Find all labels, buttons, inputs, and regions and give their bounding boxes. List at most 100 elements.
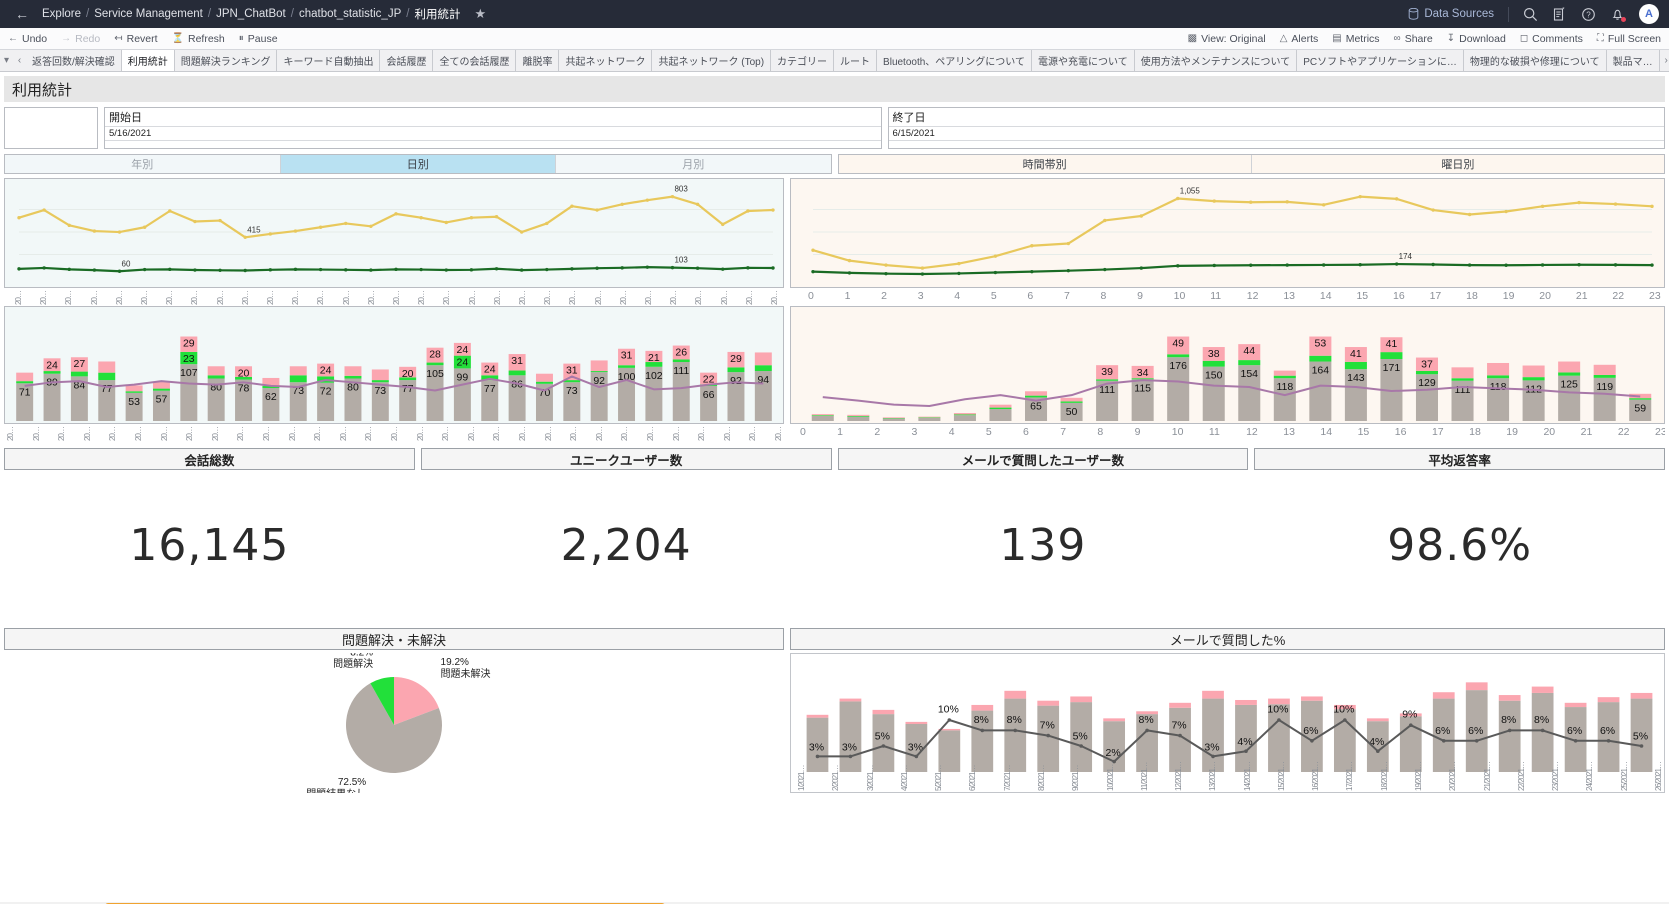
tab-0[interactable]: 返答回数/解決確認 <box>26 50 122 71</box>
kpi-header-total-conversations: 会話総数 <box>4 448 415 470</box>
share-button[interactable]: ∞ Share <box>1394 33 1433 45</box>
axis-tick-label: 8 <box>1097 426 1104 438</box>
end-date-input[interactable]: 6/15/2021 <box>888 127 1664 141</box>
hourly-bar-chart-svg: 65 50 39 111 34 115 49 176 38 150 44 154 118 53 164 41 1… <box>811 336 1652 421</box>
daily-bar-chart[interactable]: 71 24 89 27 84 77 53 57 29 23 107 80 20 78 62 73 24 72 80 7… <box>4 306 784 424</box>
axis-tick-label: 8/2021… <box>1036 765 1046 791</box>
tab-15[interactable]: 物理的な破損や修理について <box>1464 50 1607 71</box>
axis-tick-label: 25/2021… <box>1619 762 1629 791</box>
axis-tick-label: 15/2021… <box>1276 762 1286 791</box>
svg-text:7%: 7% <box>1040 720 1055 732</box>
start-date-slider[interactable] <box>105 141 881 148</box>
period-toggle-left: 年別 日別 月別 <box>4 154 832 174</box>
tab-10[interactable]: ルート <box>834 50 878 71</box>
refresh-button[interactable]: ⏳ Refresh <box>172 33 225 45</box>
tab-12[interactable]: 電源や充電について <box>1032 50 1135 71</box>
svg-text:60: 60 <box>122 259 131 268</box>
pause-button[interactable]: ⏸ Pause <box>239 33 278 45</box>
end-date-slider[interactable] <box>889 141 1665 148</box>
axis-tick-label: 11 <box>1208 426 1220 438</box>
svg-text:65: 65 <box>1030 400 1042 412</box>
tab-7[interactable]: 共起ネットワーク <box>559 50 653 71</box>
download-button[interactable]: ↧ Download <box>1447 33 1506 45</box>
data-sources-button[interactable]: Data Sources <box>1408 8 1494 20</box>
svg-text:37: 37 <box>1421 359 1433 371</box>
breadcrumb-item-explore[interactable]: Explore <box>42 8 81 20</box>
tab-16[interactable]: 製品マ… <box>1607 50 1660 71</box>
axis-tick-label: 10 <box>1173 290 1186 302</box>
period-tab-daily[interactable]: 日別 <box>280 155 556 173</box>
axis-tick-label: 17 <box>1429 290 1442 302</box>
tab-6[interactable]: 離脱率 <box>516 50 560 71</box>
axis-tick-label: 4/2021… <box>899 765 909 791</box>
period-tab-weekday[interactable]: 曜日別 <box>1251 155 1664 173</box>
svg-text:73: 73 <box>566 385 578 397</box>
hourly-bar-chart[interactable]: 65 50 39 111 34 115 49 176 38 150 44 154 118 53 164 41 1… <box>790 306 1665 424</box>
tab-9[interactable]: カテゴリー <box>771 50 835 71</box>
undo-button[interactable]: ← Undo <box>8 33 47 45</box>
tab-menu-icon[interactable]: ▾ <box>0 50 13 71</box>
svg-text:3%: 3% <box>809 742 824 754</box>
hourly-line-chart-svg: 1,055 174 <box>811 187 1654 276</box>
breadcrumb-item-jpn-chatbot[interactable]: JPN_ChatBot <box>216 8 286 20</box>
comments-button[interactable]: ◻ Comments <box>1520 33 1583 45</box>
tab-4[interactable]: 会話履歴 <box>380 50 434 71</box>
help-icon[interactable]: ? <box>1581 7 1596 22</box>
tab-5[interactable]: 全ての会話履歴 <box>433 50 517 71</box>
start-date-input[interactable]: 5/16/2021 <box>105 127 881 141</box>
period-tab-monthly[interactable]: 月別 <box>556 155 831 173</box>
svg-text:107: 107 <box>180 367 198 379</box>
report-icon[interactable]: * <box>1552 7 1567 22</box>
svg-text:24: 24 <box>457 357 469 369</box>
search-icon[interactable] <box>1523 7 1538 22</box>
svg-text:72.5%: 72.5% <box>338 777 366 788</box>
tab-8[interactable]: 共起ネットワーク (Top) <box>652 50 772 71</box>
axis-tick-label: 20… <box>518 427 527 441</box>
avatar[interactable]: A <box>1639 4 1659 24</box>
resolution-pie-chart[interactable]: 19.2%問題未解決72.5%問題結果なし8.2%問題解決 <box>4 653 784 793</box>
hourly-line-chart[interactable]: 1,055 174 <box>790 178 1665 288</box>
tab-3[interactable]: キーワード自動抽出 <box>277 50 381 71</box>
redo-button[interactable]: → Redo <box>61 33 100 45</box>
tab-2[interactable]: 問題解決ランキング <box>175 50 278 71</box>
tab-label: キーワード自動抽出 <box>283 57 374 68</box>
axis-tick-label: 22/2021… <box>1516 762 1526 791</box>
notifications-icon[interactable] <box>1610 7 1626 22</box>
tab-13[interactable]: 使用方法やメンテナンスについて <box>1135 50 1298 71</box>
metrics-button[interactable]: ▤ Metrics <box>1332 33 1379 45</box>
axis-tick-label: 20… <box>669 291 679 305</box>
svg-text:5%: 5% <box>1633 731 1648 743</box>
axis-tick-label: 20… <box>618 291 628 305</box>
tab-1[interactable]: 利用統計 <box>121 50 175 71</box>
tab-scroll-left-icon[interactable]: ‹ <box>13 50 26 71</box>
fullscreen-button[interactable]: ⛶ Full Screen <box>1597 33 1661 45</box>
revert-button[interactable]: ↤ Revert <box>114 33 157 45</box>
breadcrumb-item-service-management[interactable]: Service Management <box>94 8 203 20</box>
period-tab-hourly[interactable]: 時間帯別 <box>838 155 1252 173</box>
pause-label: Pause <box>247 32 278 45</box>
favorite-star-icon[interactable]: ★ <box>474 6 486 22</box>
axis-tick-label: 19 <box>1506 426 1518 438</box>
axis-tick-label: 20… <box>594 427 604 441</box>
start-date-filter[interactable]: 開始日 5/16/2021 <box>104 107 882 149</box>
tab-scroll-right-icon[interactable]: › <box>1660 50 1669 71</box>
end-date-filter[interactable]: 終了日 6/15/2021 <box>887 107 1665 149</box>
axis-tick-label: 20… <box>697 427 707 441</box>
tab-11[interactable]: Bluetooth、ペアリングについて <box>877 50 1033 71</box>
alerts-button[interactable]: △ Alerts <box>1280 33 1319 45</box>
axis-tick-label: 20… <box>240 291 250 305</box>
axis-tick-label: 15 <box>1356 290 1369 302</box>
back-arrow-icon[interactable]: ← <box>10 6 34 22</box>
daily-line-chart[interactable]: 415 803 103 60 <box>4 178 784 288</box>
svg-text:31: 31 <box>511 355 523 367</box>
period-tab-yearly[interactable]: 年別 <box>5 155 281 173</box>
axis-tick-label: 13 <box>1283 290 1296 302</box>
axis-tick-label: 20… <box>744 291 754 305</box>
breadcrumb-item-current[interactable]: 利用統計 <box>414 6 460 22</box>
tab-14[interactable]: PCソフトやアプリケーションに… <box>1297 50 1464 71</box>
axis-tick-label: 4 <box>954 290 961 302</box>
breadcrumb-item-chatbot-statistic[interactable]: chatbot_statistic_JP <box>299 8 401 20</box>
email-pct-chart[interactable]: 3% 3% 5% 3% 10% 8% 8% 7% 5% 2% 8% 7% 3% 4% 10% 6% 10% 4% 9… <box>790 653 1665 793</box>
view-original-button[interactable]: ▩ View: Original <box>1188 33 1266 45</box>
svg-text:72: 72 <box>320 386 332 398</box>
